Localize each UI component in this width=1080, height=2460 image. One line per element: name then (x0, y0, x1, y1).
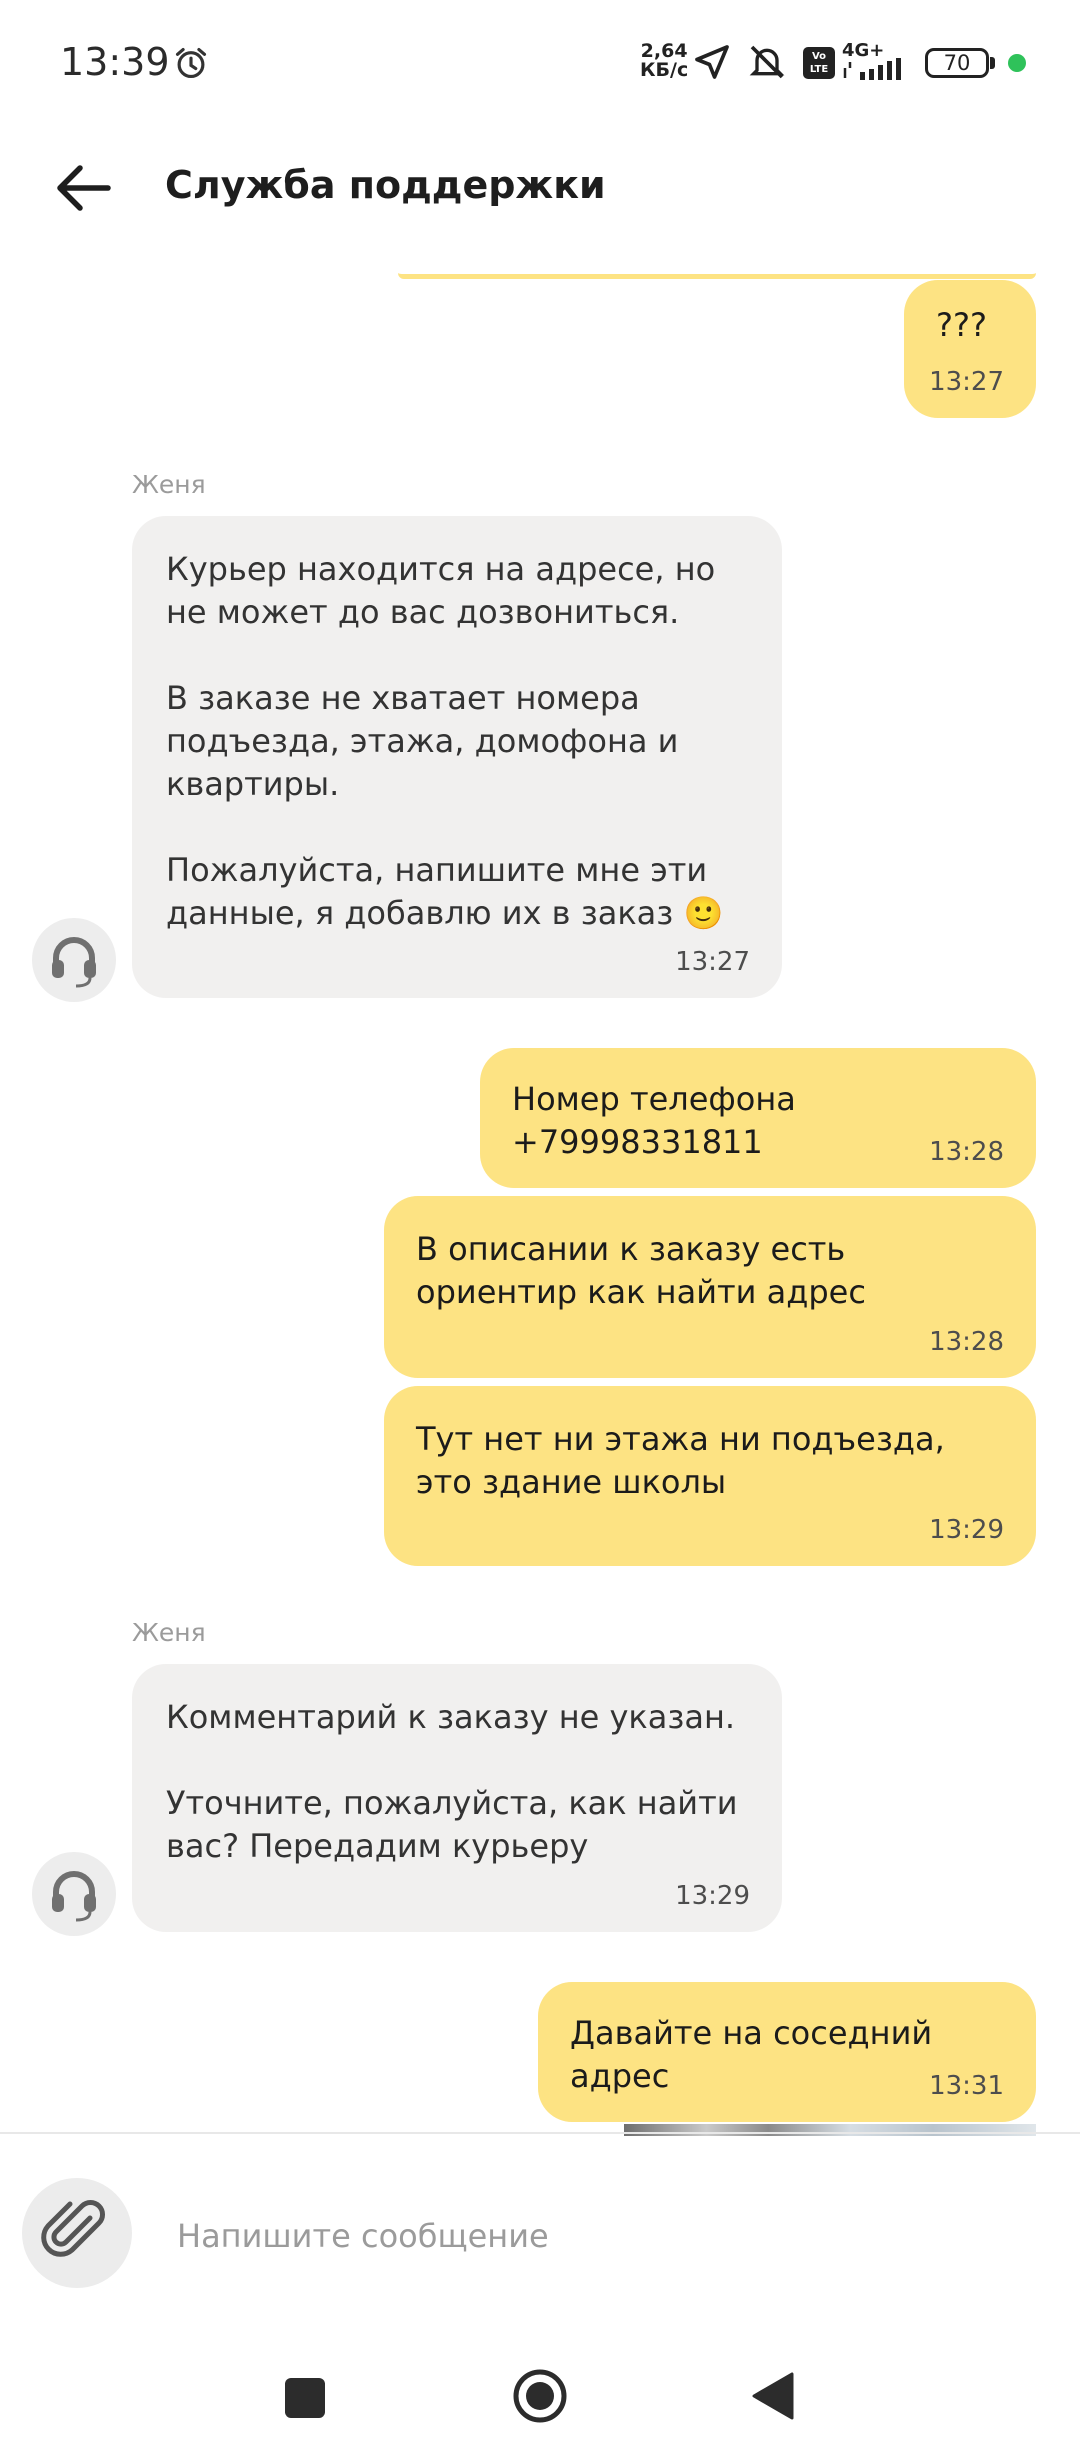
home-button[interactable] (512, 2368, 568, 2424)
page-title: Служба поддержки (165, 163, 606, 207)
location-arrow-icon (695, 45, 729, 79)
recent-apps-button[interactable] (285, 2378, 325, 2418)
message-time: 13:31 (929, 2071, 1004, 2101)
message-time: 13:29 (675, 1881, 750, 1911)
message-text: Курьер находится на адресе, но не может … (166, 550, 724, 932)
message-input[interactable] (175, 2203, 999, 2269)
alarm-icon (175, 47, 207, 79)
message-text: ??? (936, 306, 987, 344)
status-time: 13:39 (60, 40, 170, 84)
sender-name: Женя (132, 1618, 206, 1647)
message-outgoing[interactable]: ??? 13:27 (904, 280, 1036, 418)
message-text: Тут нет ни этажа ни подъезда, это здание… (416, 1420, 955, 1501)
signal-icon (843, 58, 901, 80)
message-time: 13:28 (929, 1327, 1004, 1357)
headset-icon (52, 937, 96, 988)
sender-name: Женя (132, 470, 206, 499)
network-speed: 2,64 КБ/с (640, 42, 688, 80)
mute-icon (749, 45, 785, 79)
message-text: Комментарий к заказу не указан. Уточните… (166, 1698, 738, 1865)
back-arrow-icon[interactable] (50, 158, 120, 218)
message-outgoing[interactable]: Давайте на соседний адрес 13:31 (538, 1982, 1036, 2122)
message-incoming[interactable]: Курьер находится на адресе, но не может … (132, 516, 782, 998)
message-outgoing[interactable]: Тут нет ни этажа ни подъезда, это здание… (384, 1386, 1036, 1566)
image-message-preview[interactable] (624, 2124, 1036, 2136)
support-avatar (32, 918, 116, 1002)
volte-icon: Vo LTE (803, 47, 835, 79)
support-avatar (32, 1852, 116, 1936)
battery-icon: 70 (925, 48, 989, 78)
nav-back-button[interactable] (750, 2370, 796, 2422)
message-time: 13:27 (675, 947, 750, 977)
network-speed-unit: КБ/с (640, 59, 689, 81)
message-outgoing[interactable]: В описании к заказу есть ориентир как на… (384, 1196, 1036, 1378)
message-outgoing[interactable]: Номер телефона +79998331811 13:28 (480, 1048, 1036, 1188)
message-incoming[interactable]: Комментарий к заказу не указан. Уточните… (132, 1664, 782, 1932)
composer-divider (0, 2132, 1080, 2134)
message-text: В описании к заказу есть ориентир как на… (416, 1230, 866, 1311)
battery-tip (990, 57, 995, 69)
message-time: 13:29 (929, 1515, 1004, 1545)
privacy-indicator-dot (1008, 54, 1026, 72)
paperclip-icon (41, 2200, 105, 2257)
headset-icon (52, 1871, 96, 1922)
attach-button[interactable] (22, 2178, 132, 2288)
previous-message-edge (398, 262, 1036, 279)
message-time: 13:28 (929, 1137, 1004, 1167)
message-time: 13:27 (929, 367, 1004, 397)
